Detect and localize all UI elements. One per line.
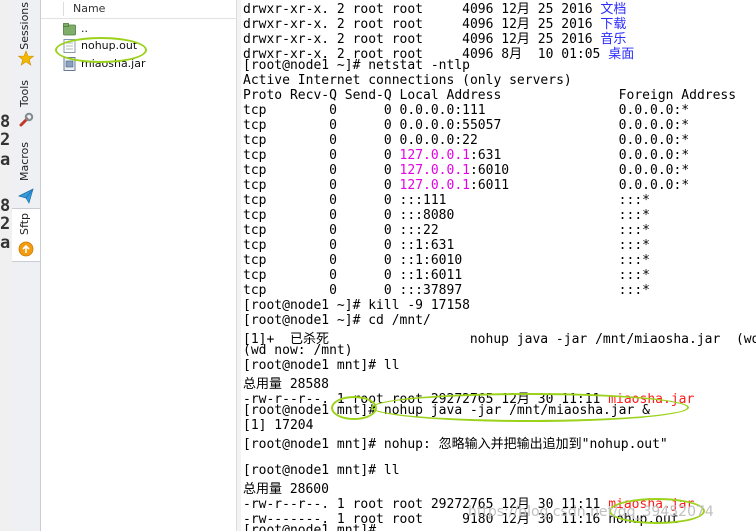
vertical-tab-strip: Sessions Tools Macros Sftp bbox=[12, 0, 41, 531]
terminal-text: tcp 0 0 0.0.0.0:111 0.0.0.0:* bbox=[243, 103, 690, 118]
terminal-text: 127.0.0.1 bbox=[399, 148, 470, 163]
terminal-line: 总用量 28588 bbox=[243, 373, 329, 392]
terminal-text: tcp 0 0 ::1:631 :::* bbox=[243, 238, 650, 253]
tab-tools[interactable]: Tools bbox=[12, 72, 40, 134]
terminal-text: [root@node1 mnt]# nohup: 忽略输入并把输出追加到"noh… bbox=[243, 437, 668, 452]
terminal-line: [root@node1 mnt]# nohup java -jar /mnt/m… bbox=[243, 403, 650, 418]
terminal-text: tcp 0 0 bbox=[243, 163, 400, 178]
terminal-line: tcp 0 0 127.0.0.1:631 0.0.0.0:* bbox=[243, 148, 689, 163]
terminal-text: [root@node1 mnt]# bbox=[243, 523, 384, 531]
terminal-line: Proto Recv-Q Send-Q Local Address Foreig… bbox=[243, 88, 736, 103]
terminal-line: (wd now: /mnt) bbox=[243, 343, 353, 358]
terminal-line: tcp 0 0 ::1:631 :::* bbox=[243, 238, 650, 253]
terminal-text: 桌面 bbox=[608, 47, 635, 62]
terminal-line: tcp 0 0 0.0.0.0:111 0.0.0.0:* bbox=[243, 103, 689, 118]
terminal-text: tcp 0 0 bbox=[243, 178, 400, 193]
terminal-text: Proto Recv-Q Send-Q Local Address Foreig… bbox=[243, 88, 737, 103]
terminal-line: tcp 0 0 :::22 :::* bbox=[243, 223, 650, 238]
terminal-line: 总用量 28600 bbox=[243, 478, 329, 497]
file-row-parent[interactable]: .. bbox=[61, 21, 231, 38]
terminal-text: [root@node1 mnt]# nohup java -jar /mnt/m… bbox=[243, 403, 650, 418]
wrench-icon bbox=[19, 112, 34, 127]
sftp-file-browser: Name .. nohup.out miaosha.jar bbox=[41, 0, 236, 531]
star-icon bbox=[18, 50, 34, 66]
terminal-text: 127.0.0.1 bbox=[399, 163, 470, 178]
terminal-line: drwxr-xr-x. 2 root root 4096 12月 25 2016… bbox=[243, 13, 626, 32]
terminal-text: tcp 0 0 :::37897 :::* bbox=[243, 283, 650, 298]
terminal-line: tcp 0 0 0.0.0.0:55057 0.0.0.0:* bbox=[243, 118, 689, 133]
terminal-line: [root@node1 ~]# cd /mnt/ bbox=[243, 313, 431, 328]
terminal-text: tcp 0 0 :::22 :::* bbox=[243, 223, 650, 238]
terminal-line: -rw-r--r--. 1 root root 29272765 12月 30 … bbox=[243, 388, 694, 407]
edge-glyph: 2 bbox=[0, 214, 11, 234]
tab-sessions-label: Sessions bbox=[18, 2, 31, 50]
terminal-line: tcp 0 0 ::1:6010 :::* bbox=[243, 253, 650, 268]
terminal-text: :6011 0.0.0.0:* bbox=[470, 178, 690, 193]
terminal-line: tcp 0 0 :::8080 :::* bbox=[243, 208, 650, 223]
tab-sftp[interactable]: Sftp bbox=[12, 208, 40, 262]
terminal-text: 127.0.0.1 bbox=[399, 178, 470, 193]
terminal-line: [1] 17204 bbox=[243, 418, 313, 433]
edge-glyph: 8 bbox=[0, 112, 11, 132]
terminal-text: tcp 0 0 ::1:6010 :::* bbox=[243, 253, 650, 268]
edge-glyph: a bbox=[0, 150, 11, 170]
terminal-line: tcp 0 0 ::1:6011 :::* bbox=[243, 268, 650, 283]
terminal-line: drwxr-xr-x. 2 root root 4096 8月 10 01:05… bbox=[243, 43, 634, 62]
terminal-line: drwxr-xr-x. 2 root root 4096 12月 25 2016… bbox=[243, 0, 626, 17]
parent-folder-icon bbox=[63, 23, 76, 36]
tab-tools-label: Tools bbox=[18, 80, 31, 108]
file-row-nohup-out[interactable]: nohup.out bbox=[61, 38, 231, 55]
terminal-text: [1] 17204 bbox=[243, 418, 314, 433]
paper-plane-icon bbox=[18, 188, 34, 204]
terminal-text: tcp 0 0 ::1:6011 :::* bbox=[243, 268, 650, 283]
file-name: miaosha.jar bbox=[81, 57, 146, 70]
terminal-line: [1]+ 已杀死 nohup java -jar /mnt/miaosha.ja… bbox=[243, 328, 756, 347]
terminal-text: :631 0.0.0.0:* bbox=[470, 148, 690, 163]
terminal-text: [root@node1 ~]# cd /mnt/ bbox=[243, 313, 431, 328]
terminal-text: (wd now: /mnt) bbox=[243, 343, 353, 358]
file-name: .. bbox=[81, 22, 88, 35]
tab-sessions[interactable]: Sessions bbox=[12, 0, 40, 70]
tab-macros[interactable]: Macros bbox=[12, 136, 40, 208]
terminal-text: tcp 0 0 bbox=[243, 148, 400, 163]
terminal-text: [root@node1 ~]# kill -9 17158 bbox=[243, 298, 470, 313]
terminal-line: [root@node1 mnt]# ll bbox=[243, 463, 400, 478]
text-file-icon bbox=[63, 39, 76, 53]
terminal-text: tcp 0 0 0.0.0.0:55057 0.0.0.0:* bbox=[243, 118, 690, 133]
terminal-line: [root@node1 ~]# netstat -ntlp bbox=[243, 58, 470, 73]
tab-macros-label: Macros bbox=[18, 142, 31, 182]
terminal-line: tcp 0 0 :::111 :::* bbox=[243, 193, 650, 208]
terminal-line: [root@node1 mnt]# ll bbox=[243, 358, 400, 373]
terminal-text: Active Internet connections (only server… bbox=[243, 73, 572, 88]
terminal-text: [root@node1 ~]# netstat -ntlp bbox=[243, 58, 470, 73]
terminal-line: drwxr-xr-x. 2 root root 4096 12月 25 2016… bbox=[243, 28, 626, 47]
column-separator bbox=[63, 2, 64, 16]
terminal-text: tcp 0 0 :::111 :::* bbox=[243, 193, 650, 208]
file-name: nohup.out bbox=[81, 39, 138, 52]
name-column-header[interactable]: Name bbox=[73, 2, 105, 15]
terminal-line: Active Internet connections (only server… bbox=[243, 73, 572, 88]
terminal-text: [root@node1 mnt]# ll bbox=[243, 358, 400, 373]
terminal-text: :6010 0.0.0.0:* bbox=[470, 163, 690, 178]
edge-glyph: 2 bbox=[0, 130, 11, 150]
sftp-orange-icon bbox=[18, 241, 34, 257]
terminal-line: tcp 0 0 :::37897 :::* bbox=[243, 283, 650, 298]
terminal-line: tcp 0 0 127.0.0.1:6010 0.0.0.0:* bbox=[243, 163, 689, 178]
terminal-line: [root@node1 ~]# kill -9 17158 bbox=[243, 298, 470, 313]
terminal-output[interactable]: drwxr-xr-x. 2 root root 4096 12月 25 2016… bbox=[241, 0, 756, 531]
file-row-miaosha-jar[interactable]: miaosha.jar bbox=[61, 56, 231, 73]
terminal-line: tcp 0 0 0.0.0.0:22 0.0.0.0:* bbox=[243, 133, 689, 148]
terminal-text: tcp 0 0 :::8080 :::* bbox=[243, 208, 650, 223]
edge-glyph: 8 bbox=[0, 196, 11, 216]
terminal-text: [root@node1 mnt]# ll bbox=[243, 463, 400, 478]
terminal-line: [root@node1 mnt]# nohup: 忽略输入并把输出追加到"noh… bbox=[243, 433, 668, 452]
edge-glyph: a bbox=[0, 233, 11, 253]
terminal-text: tcp 0 0 0.0.0.0:22 0.0.0.0:* bbox=[243, 133, 690, 148]
jar-file-icon bbox=[63, 57, 76, 71]
watermark: https://blog.csdn.net/qq_39452074 bbox=[468, 504, 714, 520]
terminal-line: [root@node1 mnt]# bbox=[243, 523, 384, 531]
terminal-line: tcp 0 0 127.0.0.1:6011 0.0.0.0:* bbox=[243, 178, 689, 193]
column-header-row: Name bbox=[41, 0, 236, 19]
tab-sftp-label: Sftp bbox=[18, 213, 31, 235]
